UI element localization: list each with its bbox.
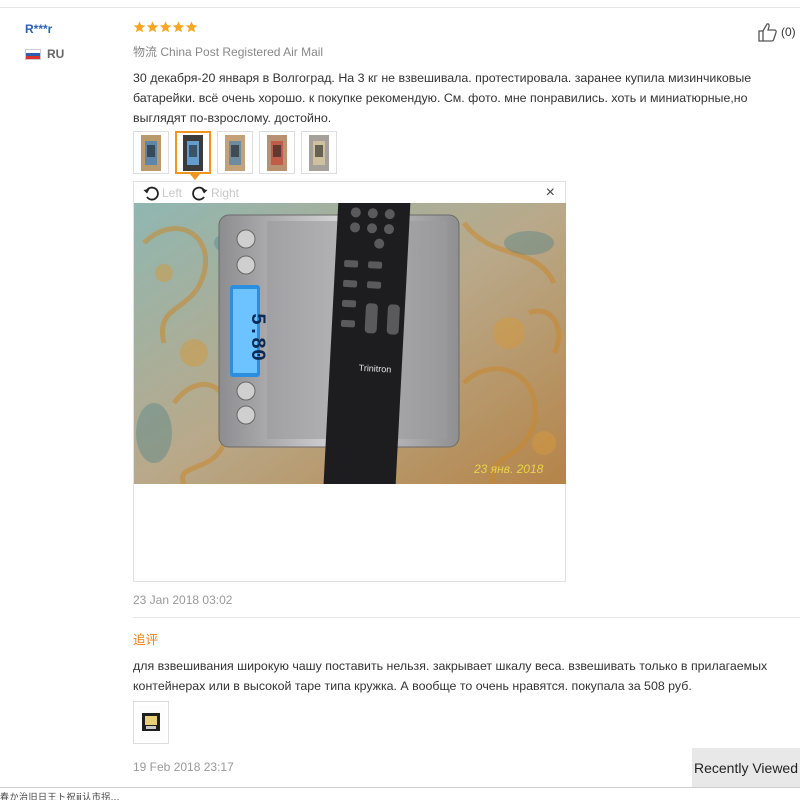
shipping-info: 物流 China Post Registered Air Mail bbox=[133, 43, 323, 60]
photo-thumbnail-icon bbox=[137, 704, 165, 741]
review-body: 30 декабря-20 января в Волгоград. На 3 к… bbox=[133, 71, 752, 125]
top-divider bbox=[0, 7, 800, 8]
footer-text: 春か治旧日王ト祝ⅲ认市拐... bbox=[0, 792, 120, 800]
close-viewer-button[interactable]: × bbox=[546, 185, 555, 201]
star-icon bbox=[159, 20, 172, 36]
remote-brand-text: Trinitron bbox=[358, 363, 391, 375]
followup-photo-thumbnail[interactable] bbox=[133, 701, 169, 744]
recently-viewed-button[interactable]: Recently Viewed bbox=[692, 748, 800, 787]
rotate-left-label: Left bbox=[162, 186, 183, 200]
scale-display-text: 5.80 bbox=[245, 313, 268, 361]
active-thumbnail-caret bbox=[190, 174, 200, 180]
bottom-divider bbox=[0, 787, 800, 788]
review-photo: 5.80 Trinitron 23 янв. 2018 bbox=[134, 203, 566, 484]
photo-thumbnails bbox=[133, 131, 337, 180]
review-header: 物流 China Post Registered Air Mail bbox=[133, 20, 795, 59]
shipping-prefix: 物流 bbox=[133, 45, 158, 59]
reviewer-info: R***r RU bbox=[25, 22, 64, 61]
country-code: RU bbox=[47, 47, 65, 61]
shipping-method: China Post Registered Air Mail bbox=[160, 45, 324, 59]
star-rating bbox=[133, 20, 795, 36]
scale-photo-image: 5.80 Trinitron 23 янв. 2018 bbox=[134, 203, 566, 484]
review-date: 23 Jan 2018 03:02 bbox=[133, 593, 233, 607]
rotate-right-icon bbox=[192, 186, 208, 201]
reviewer-name[interactable]: R***r bbox=[25, 22, 64, 36]
photo-thumbnail-icon bbox=[183, 134, 203, 171]
rotate-left-icon bbox=[143, 186, 159, 201]
photo-thumbnail-icon bbox=[225, 134, 245, 171]
photo-thumbnail[interactable] bbox=[175, 131, 211, 180]
photo-thumbnail-icon bbox=[141, 134, 161, 171]
star-icon bbox=[146, 20, 159, 36]
russia-flag-icon bbox=[25, 48, 41, 60]
photo-thumbnail-icon bbox=[267, 134, 287, 171]
rotate-left-button[interactable]: Left bbox=[142, 184, 182, 202]
helpful-button[interactable]: (0) bbox=[757, 22, 796, 42]
photo-thumbnail[interactable] bbox=[301, 131, 337, 174]
rotate-right-label: Right bbox=[211, 186, 240, 200]
photo-viewer: Left Right × 5.80 Trinitron 23 янв. 2018 bbox=[133, 181, 566, 582]
viewer-toolbar: Left Right × bbox=[134, 182, 565, 204]
followup-label: 追评 bbox=[133, 633, 159, 647]
rotate-right-button[interactable]: Right bbox=[191, 184, 239, 202]
star-icon bbox=[133, 20, 146, 36]
star-icon bbox=[172, 20, 185, 36]
review-divider bbox=[133, 617, 800, 618]
followup-body: для взвешивания широкую чашу поставить н… bbox=[133, 659, 768, 693]
thumbs-up-icon bbox=[758, 23, 777, 42]
photo-thumbnail[interactable] bbox=[259, 131, 295, 174]
photo-thumbnail[interactable] bbox=[217, 131, 253, 174]
photo-thumbnail[interactable] bbox=[133, 131, 169, 174]
photo-date-stamp: 23 янв. 2018 bbox=[473, 462, 544, 476]
reviewer-country: RU bbox=[25, 47, 64, 61]
helpful-count: (0) bbox=[781, 25, 796, 39]
star-icon bbox=[185, 20, 198, 36]
photo-thumbnail-icon bbox=[309, 134, 329, 171]
followup-date: 19 Feb 2018 23:17 bbox=[133, 760, 234, 774]
